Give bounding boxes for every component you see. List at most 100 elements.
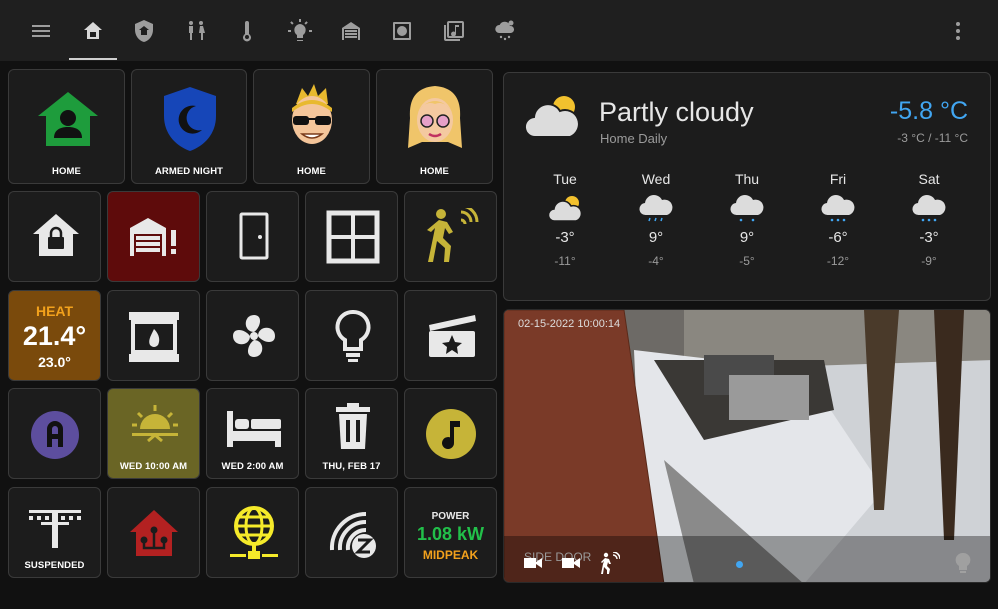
alarm-armed-night-tile[interactable]: ARMED NIGHT [131,69,247,184]
more-vertical-icon[interactable] [941,14,975,48]
trash-can-icon [336,403,370,449]
tile-label: HOME [420,166,449,177]
door-tile[interactable] [206,191,299,282]
people-icon[interactable] [179,14,213,48]
forecast-high: -3° [555,229,575,246]
antenna-tile[interactable]: SUSPENDED [8,487,101,578]
power-tile[interactable]: POWER 1.08 kW MIDPEAK [404,487,497,578]
forecast-day-label: Thu [734,171,760,187]
garage-alert-icon [130,218,176,256]
assistant-tile[interactable] [8,388,101,479]
camera-card[interactable]: 02-15-2022 10:00:14 SIDE DOOR [503,309,991,583]
door-icon [239,212,269,260]
shield-home-icon[interactable] [127,14,161,48]
forecast-day: Thu 9° -5° [717,171,777,268]
power-title: POWER [431,511,470,522]
music-note-icon [426,409,476,459]
forecast-high: -6° [828,229,848,246]
garage-alert-tile[interactable] [107,191,200,282]
camera-timestamp: 02-15-2022 10:00:14 [518,318,621,330]
power-rate: MIDPEAK [422,548,479,562]
motion-sensor-icon [427,208,479,262]
music-library-icon[interactable] [437,14,471,48]
hvac-mode: HEAT [35,303,74,319]
bedtime-tile[interactable]: WED 2:00 AM [206,388,299,479]
current-temperature: 21.4° [22,321,87,351]
motion-tile[interactable] [404,191,497,282]
home-person-icon [38,92,98,146]
snowy-icon [730,195,764,222]
bed-icon [227,411,281,447]
motion-sensor-icon[interactable] [600,552,620,574]
power-value: 1.08 kW [416,524,485,544]
person-tile-1[interactable]: HOME [253,69,370,184]
lightbulb-outline-icon [335,309,371,362]
zwave-tile[interactable] [305,487,398,578]
video-icon[interactable] [562,556,580,570]
target-temperature: 23.0° [38,354,71,370]
trash-date: THU, FEB 17 [322,461,381,472]
z-wave-icon [329,511,376,558]
home-network-icon [130,510,178,556]
forecast-low: -12° [826,254,850,268]
fan-tile[interactable] [206,290,299,381]
alarm-home-tile[interactable]: HOME [8,69,125,184]
forecast-day-label: Fri [829,171,847,187]
forecast-high: 9° [648,229,664,246]
tile-label: HOME [297,166,326,177]
music-tile[interactable] [404,388,497,479]
trash-tile[interactable]: THU, FEB 17 [305,388,398,479]
forecast-high: -3° [919,229,939,246]
light-tile[interactable] [305,290,398,381]
forecast-day-label: Tue [553,171,577,187]
lightbulb-icon[interactable] [954,552,972,576]
active-view-indicator [69,58,117,60]
video-icon[interactable] [524,556,542,570]
snowy-icon [821,195,855,222]
house-lock-tile[interactable] [8,191,101,282]
person-tile-2[interactable]: HOME [376,69,493,184]
forecast-high: 9° [739,229,755,246]
camera-icon[interactable] [385,14,419,48]
fireplace-tile[interactable] [107,290,200,381]
partly-cloudy-icon [524,96,580,139]
movie-star-icon [429,315,476,357]
shield-moon-icon [164,87,216,151]
weather-condition: Partly cloudy [599,97,754,127]
house-lock-icon [33,214,79,256]
assistant-badge-icon [31,411,79,459]
forecast-day-label: Wed [641,171,671,187]
avatar-girl-icon [408,86,462,148]
forecast-day: Sat -3° -9° [899,171,959,268]
snowy-icon [912,195,946,222]
web-network-icon [230,506,278,559]
forecast-day-label: Sat [918,171,940,187]
sunrise-tile[interactable]: WED 10:00 AM [107,388,200,479]
weather-card[interactable]: Partly cloudy Home Daily -5.8 °C -3 °C /… [503,72,991,301]
garage-icon[interactable] [334,14,368,48]
window-tile[interactable] [305,191,398,282]
carousel-indicator[interactable] [736,561,743,568]
antenna-status: SUSPENDED [24,560,85,571]
weather-snowy-icon[interactable] [488,14,522,48]
partly-cloudy-icon [547,196,583,222]
weather-range: -3 °C / -11 °C [897,131,968,145]
internet-tile[interactable] [206,487,299,578]
camera-snapshot[interactable] [504,310,991,583]
fan-icon [233,315,275,357]
weather-source: Home Daily [600,131,668,146]
thermostat-tile[interactable]: HEAT 21.4° 23.0° [8,290,101,381]
scene-tile[interactable] [404,290,497,381]
home-network-tile[interactable] [107,487,200,578]
window-icon [326,210,380,264]
menu-icon[interactable] [24,14,58,48]
forecast-low: -9° [921,254,937,268]
forecast-low: -4° [648,254,664,268]
forecast-day: Wed 9° -4° [626,171,686,268]
rainy-icon [639,195,673,222]
fireplace-icon [129,312,179,362]
thermometer-icon[interactable] [231,14,265,48]
sunrise-time: WED 10:00 AM [119,461,188,472]
home-view-icon[interactable] [76,14,110,48]
lightbulb-icon[interactable] [283,14,317,48]
